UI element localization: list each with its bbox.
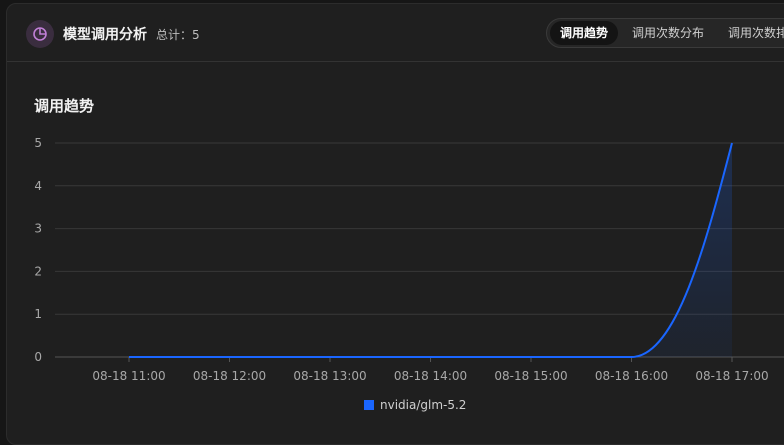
y-tick-label: 5	[34, 136, 42, 150]
x-tick-label: 08-18 13:00	[293, 369, 366, 383]
y-tick-label: 1	[34, 307, 42, 321]
legend-swatch	[364, 400, 374, 410]
legend-label: nvidia/glm-5.2	[380, 398, 467, 412]
y-tick-label: 0	[34, 350, 42, 364]
y-tick-label: 2	[34, 264, 42, 278]
y-tick-label: 4	[34, 179, 42, 193]
call-trend-chart: 0 1 2 3 4 5 08-18 11:00 08-18 12:00 08-18 13:00…	[34, 136, 784, 383]
y-tick-label: 3	[34, 222, 42, 236]
x-tick-label: 08-18 12:00	[193, 369, 266, 383]
x-tick-label: 08-18 14:00	[394, 369, 467, 383]
x-tick-label: 08-18 11:00	[92, 369, 165, 383]
chart-legend[interactable]: nvidia/glm-5.2	[364, 398, 466, 412]
x-tick-label: 08-18 15:00	[494, 369, 567, 383]
x-tick-label: 08-18 17:00	[695, 369, 768, 383]
x-tick-label: 08-18 16:00	[595, 369, 668, 383]
series-area	[129, 143, 732, 357]
series-line	[129, 142, 733, 358]
